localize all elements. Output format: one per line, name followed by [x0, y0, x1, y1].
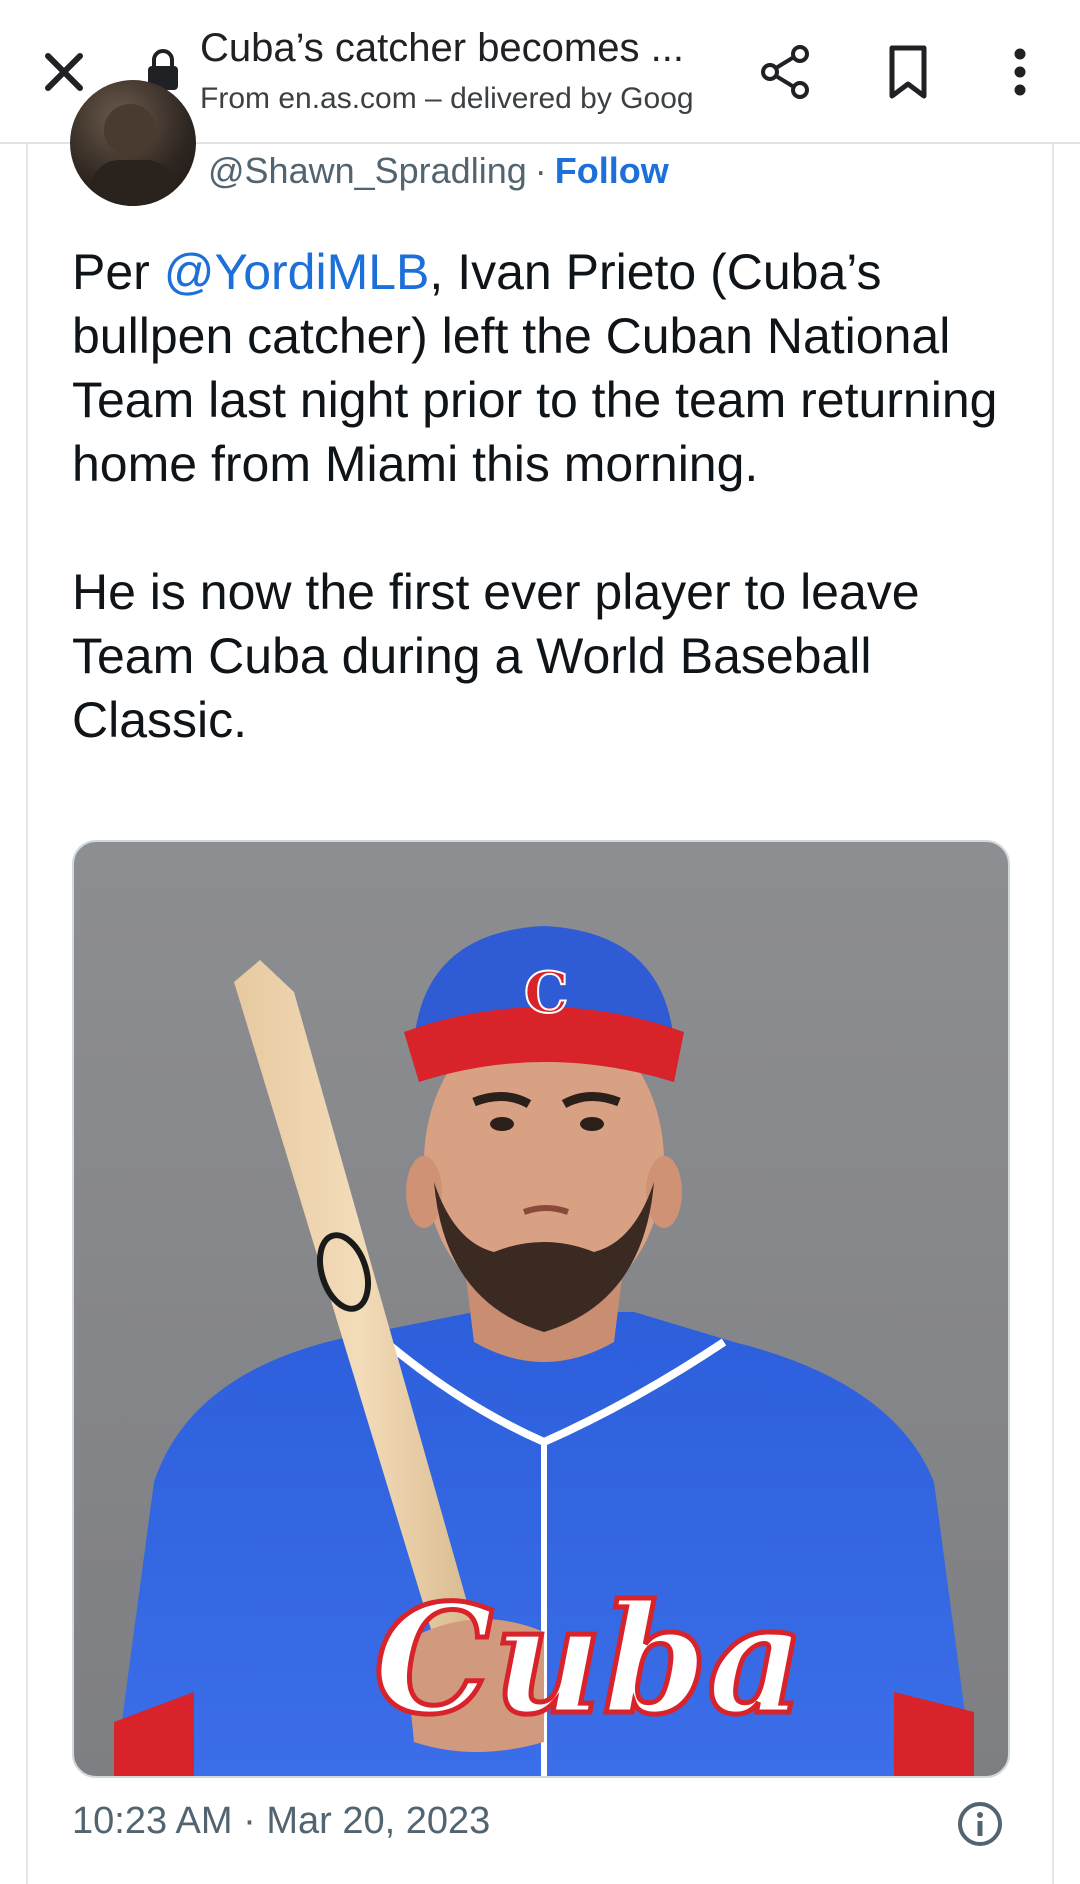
page-source: From en.as.com – delivered by Goog — [200, 82, 694, 115]
bookmark-button[interactable] — [874, 38, 942, 106]
close-icon — [45, 53, 83, 91]
follow-link[interactable]: Follow — [555, 150, 669, 191]
jersey-text: Cuba — [374, 1572, 805, 1748]
info-icon — [958, 1802, 1002, 1846]
cap-logo: C — [524, 960, 569, 1026]
info-button[interactable] — [956, 1800, 1004, 1848]
tweet-text: Per @YordiMLB, Ivan Prieto (Cuba’s bullp… — [72, 240, 1012, 752]
separator: · — [534, 150, 547, 191]
close-button[interactable] — [30, 38, 98, 106]
bookmark-icon — [889, 45, 927, 99]
share-icon — [761, 45, 809, 99]
share-button[interactable] — [752, 38, 820, 106]
page-title: Cuba’s catcher becomes ... — [200, 26, 684, 70]
tweet-timestamp[interactable]: 10:23 AM · Mar 20, 2023 — [72, 1800, 490, 1843]
tweet-author-row: @Shawn_Spradling · Follow — [208, 150, 669, 192]
more-options-button[interactable] — [988, 38, 1052, 106]
more-vert-icon — [1014, 48, 1026, 96]
avatar[interactable] — [70, 80, 196, 206]
author-handle[interactable]: @Shawn_Spradling — [208, 150, 527, 191]
tweet-photo[interactable]: C Cuba — [72, 840, 1010, 1778]
tweet-paragraph-1: Per @YordiMLB, Ivan Prieto (Cuba’s bullp… — [72, 244, 998, 492]
tweet-paragraph-2: He is now the first ever player to leave… — [72, 564, 920, 748]
mention-link[interactable]: @YordiMLB — [164, 244, 430, 300]
